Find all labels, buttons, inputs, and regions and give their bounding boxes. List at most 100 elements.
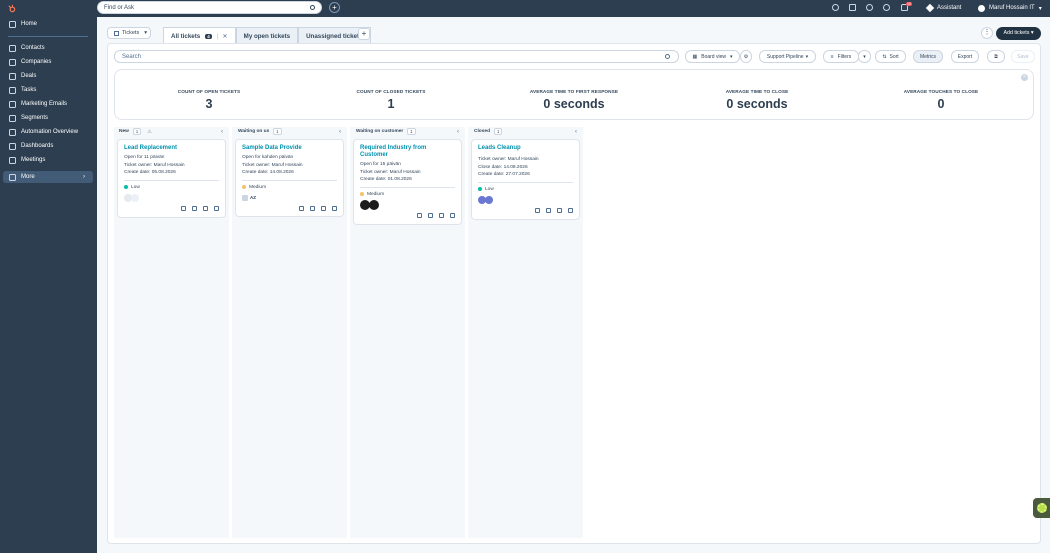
sidebar-item-label: Contacts	[21, 45, 45, 51]
ticket-title-link[interactable]: Required Industry from Customer	[360, 145, 455, 159]
global-search-input[interactable]: Find or Ask	[97, 1, 322, 14]
ticket-card[interactable]: Sample Data Provide Open for kahden päiv…	[235, 139, 344, 217]
ticket-priority[interactable]: Medium	[242, 184, 337, 191]
calendar-icon[interactable]	[214, 205, 219, 211]
email-icon	[9, 100, 16, 108]
board-search-input[interactable]: Search	[114, 50, 679, 63]
filter-icon: ≡	[830, 53, 834, 60]
company-icon[interactable]	[242, 194, 248, 201]
calendar-icon[interactable]	[568, 207, 573, 213]
email-icon[interactable]	[557, 207, 562, 213]
ticket-priority[interactable]: Medium	[360, 191, 455, 198]
metrics-toggle[interactable]: Metrics	[913, 50, 943, 63]
marketplace-icon[interactable]	[849, 4, 856, 11]
object-switcher[interactable]: Tickets ▾	[107, 27, 151, 39]
email-icon[interactable]	[321, 205, 326, 211]
ticket-title-link[interactable]: Sample Data Provide	[242, 145, 337, 152]
close-metrics-icon[interactable]: ×	[1021, 74, 1028, 81]
associated-records	[124, 193, 219, 202]
collapse-column-icon[interactable]: ‹	[575, 129, 577, 135]
collapse-column-icon[interactable]: ‹	[339, 129, 341, 135]
task-icon[interactable]	[192, 205, 197, 211]
ticket-priority[interactable]: Low	[478, 186, 573, 193]
hubspot-logo-icon[interactable]	[7, 4, 16, 13]
create-plus-icon[interactable]: +	[329, 2, 340, 13]
board-view-select[interactable]: ▦ Board view ▾	[685, 50, 740, 63]
calendar-icon[interactable]	[332, 205, 337, 211]
collapse-column-icon[interactable]: ‹	[221, 129, 223, 135]
column-name: Waiting on customer	[356, 129, 404, 134]
assistant-button[interactable]: Assistant	[925, 3, 962, 13]
more-options-icon[interactable]: ⋮	[981, 27, 993, 39]
preview-icon[interactable]	[417, 212, 422, 218]
preview-icon[interactable]	[535, 207, 540, 213]
associated-records	[360, 199, 455, 210]
pipeline-select[interactable]: Support Pipeline ▾	[759, 50, 816, 63]
save-view-button[interactable]: Save	[1011, 50, 1035, 63]
caret-down-icon: ▾	[863, 53, 866, 60]
tab-all-tickets[interactable]: All tickets 4 | ✕	[163, 27, 236, 44]
sort-label: Sort	[889, 53, 899, 60]
associated-avatar[interactable]	[369, 199, 379, 210]
metric-time-to-close: AVERAGE TIME TO CLOSE 0 seconds	[677, 89, 837, 111]
search-icon[interactable]	[310, 5, 315, 10]
account-menu[interactable]: Maruf Hossain IT ▾	[978, 3, 1042, 13]
sidebar-item-label: Dashboards	[21, 143, 54, 149]
phone-icon[interactable]	[832, 4, 839, 11]
email-icon[interactable]	[203, 205, 208, 211]
user-avatar	[978, 4, 985, 12]
associated-avatar[interactable]	[485, 195, 493, 204]
export-button[interactable]: Export	[951, 50, 979, 63]
tab-my-open-tickets[interactable]: My open tickets	[235, 27, 299, 44]
sidebar-item-automation-overview[interactable]: Automation Overview	[3, 126, 93, 138]
sidebar-item-marketing-emails[interactable]: Marketing Emails	[3, 98, 93, 110]
preview-icon[interactable]	[299, 205, 304, 211]
sidebar-item-dashboards[interactable]: Dashboards	[3, 140, 93, 152]
ticket-priority[interactable]: Low	[124, 184, 219, 191]
sidebar-item-home[interactable]: Home	[3, 18, 93, 30]
collapse-column-icon[interactable]: ‹	[457, 129, 459, 135]
ticket-card[interactable]: Leads Cleanup Ticket owner: Maruf Hossai…	[471, 139, 580, 220]
warning-icon: ⚠	[147, 128, 152, 135]
add-tickets-button[interactable]: Add tickets ▾	[996, 27, 1041, 40]
sidebar-item-contacts[interactable]: Contacts	[3, 42, 93, 54]
sidebar-item-tasks[interactable]: Tasks	[3, 84, 93, 96]
calendar-icon[interactable]	[450, 212, 455, 218]
preview-icon[interactable]	[181, 205, 186, 211]
task-icon[interactable]	[310, 205, 315, 211]
associated-avatar[interactable]	[131, 193, 139, 202]
add-view-button[interactable]: +	[358, 28, 370, 40]
assistant-label: Assistant	[937, 5, 962, 11]
task-icon[interactable]	[428, 212, 433, 218]
filters-button[interactable]: ≡ Filters	[823, 50, 859, 63]
help-icon[interactable]	[866, 4, 873, 11]
board-settings-gear-icon[interactable]: ⚙	[740, 50, 752, 63]
sidebar-item-companies[interactable]: Companies	[3, 56, 93, 68]
priority-label: Medium	[367, 191, 385, 197]
sidebar-item-meetings[interactable]: Meetings	[3, 154, 93, 166]
priority-medium-dot-icon	[242, 185, 246, 189]
companies-icon	[9, 58, 16, 66]
filters-dropdown-button[interactable]: ▾	[858, 50, 871, 63]
ticket-open-duration: Open for 11 päivän	[124, 155, 165, 160]
duplicate-view-icon[interactable]: ⧉	[987, 50, 1005, 63]
ticket-title-link[interactable]: Lead Replacement	[124, 145, 219, 152]
sidebar-item-more[interactable]: More ›	[3, 171, 93, 183]
sort-button[interactable]: ⇅ Sort	[875, 50, 906, 63]
settings-gear-icon[interactable]	[883, 4, 890, 11]
associated-company-badge[interactable]: AZ	[250, 195, 256, 200]
metrics-label: Metrics	[919, 53, 937, 60]
task-icon[interactable]	[546, 207, 551, 213]
sidebar-item-segments[interactable]: Segments	[3, 112, 93, 124]
close-icon[interactable]: ✕	[222, 33, 227, 40]
email-icon[interactable]	[439, 212, 444, 218]
ticket-card[interactable]: Lead Replacement Open for 11 päivän Tick…	[117, 139, 226, 218]
ticket-card[interactable]: Required Industry from Customer Open for…	[353, 139, 462, 225]
metric-closed-tickets: COUNT OF CLOSED TICKETS 1	[311, 89, 471, 111]
help-widget-button[interactable]	[1033, 498, 1050, 518]
column-name: Waiting on us	[238, 129, 270, 134]
ticket-owner: Ticket owner: Maruf Hossain	[478, 157, 539, 162]
chevron-right-icon: ›	[83, 174, 85, 180]
ticket-title-link[interactable]: Leads Cleanup	[478, 145, 573, 152]
sidebar-item-deals[interactable]: Deals	[3, 70, 93, 82]
